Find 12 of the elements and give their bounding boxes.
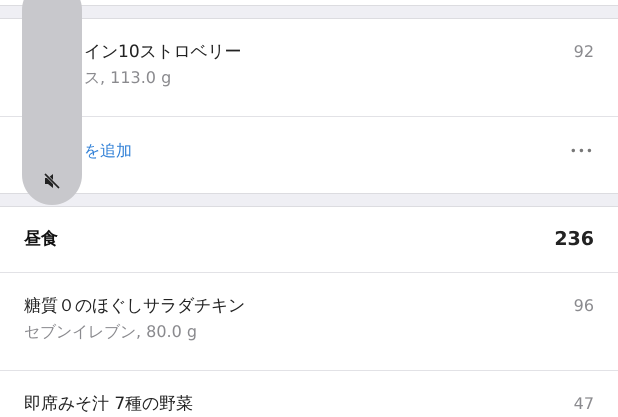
food-detail: ス, 113.0 g xyxy=(84,67,172,89)
calorie-count: 47 xyxy=(574,393,594,415)
calorie-count: 92 xyxy=(574,41,594,63)
more-button[interactable]: ••• xyxy=(570,139,594,163)
food-name: 糖質０のほぐしサラダチキン xyxy=(24,295,245,318)
food-name: 即席みそ汁 7種の野菜 xyxy=(24,393,194,416)
meal-total: 236 xyxy=(554,227,594,252)
food-detail: セブンイレブン, 80.0 g xyxy=(24,321,198,343)
add-food-link[interactable]: を追加 xyxy=(84,139,132,163)
meal-title: 昼食 xyxy=(24,228,58,251)
calorie-count: 96 xyxy=(574,295,594,317)
food-name: イン10ストロベリー xyxy=(84,41,242,64)
